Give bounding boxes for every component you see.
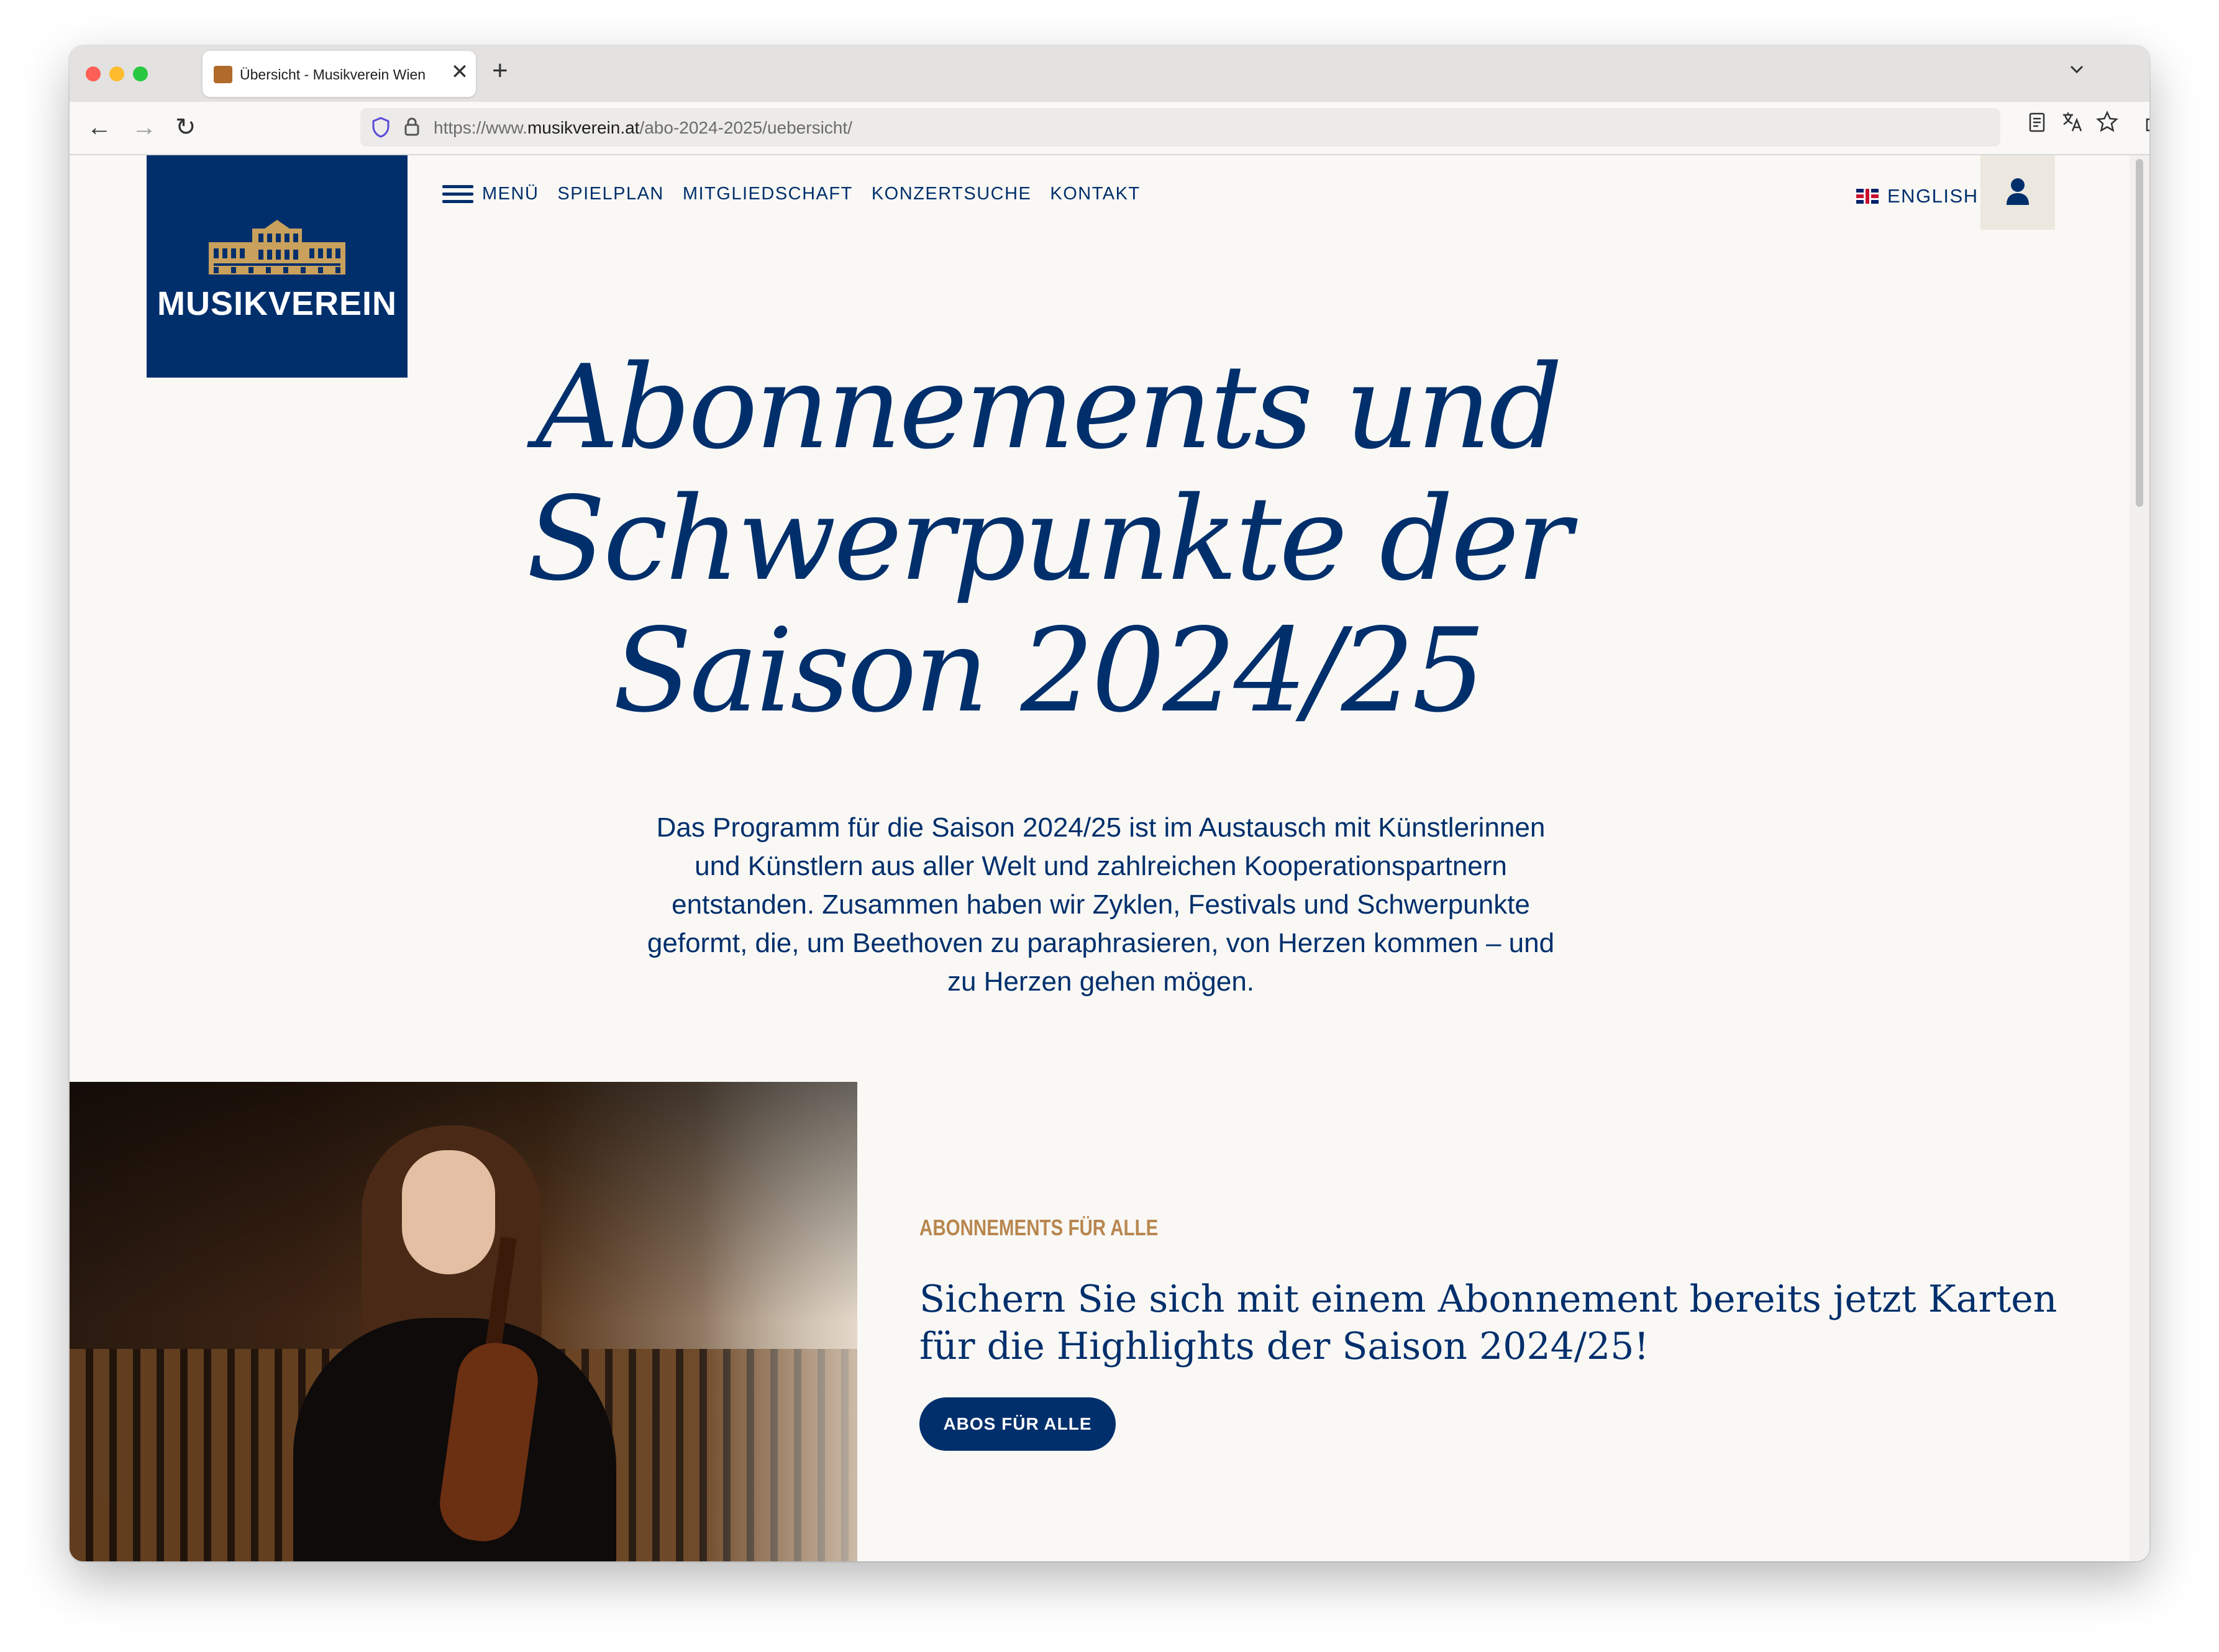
lock-icon[interactable] <box>404 117 420 142</box>
close-window-button[interactable] <box>86 66 101 81</box>
new-tab-button[interactable]: + <box>492 57 508 84</box>
logo-wordmark: MUSIKVEREIN <box>157 285 398 322</box>
bookmark-star-icon[interactable] <box>2095 110 2119 138</box>
violinist-photo <box>70 1082 857 1561</box>
close-tab-icon[interactable]: ✕ <box>449 60 471 84</box>
musikverein-favicon-icon <box>214 66 232 83</box>
translate-icon[interactable] <box>2061 111 2084 138</box>
back-button[interactable]: ← <box>87 112 112 143</box>
nav-spielplan[interactable]: SPIELPLAN <box>557 184 663 204</box>
browser-window: Übersicht - Musikverein Wien ✕ + ← → ↻ h… <box>70 46 2149 1561</box>
language-switch[interactable]: ENGLISH <box>1856 185 1979 207</box>
menu-toggle[interactable]: MENÜ <box>442 184 539 204</box>
language-label: ENGLISH <box>1887 185 1979 207</box>
user-icon <box>2007 178 2029 205</box>
building-icon <box>209 220 345 275</box>
page-content: MUSIKVEREIN MENÜ SPIELPLAN MITGLIEDSCHAF… <box>70 155 2130 1561</box>
abos-fuer-alle-button[interactable]: ABOS FÜR ALLE <box>919 1397 1116 1451</box>
hamburger-icon <box>442 185 473 204</box>
nav-konzertsuche[interactable]: KONZERTSUCHE <box>872 184 1032 204</box>
forward-button[interactable]: → <box>132 112 157 143</box>
uk-flag-icon <box>1856 189 1879 204</box>
url-text[interactable]: https://www.musikverein.at/abo-2024-2025… <box>434 118 852 138</box>
chevron-down-icon[interactable] <box>2066 58 2087 85</box>
reload-button[interactable]: ↻ <box>175 112 196 143</box>
tab-bar: Übersicht - Musikverein Wien ✕ + <box>70 46 2149 102</box>
page-scrollbar[interactable] <box>2130 155 2149 1561</box>
main-navigation: MENÜ SPIELPLAN MITGLIEDSCHAFT KONZERTSUC… <box>442 184 1141 204</box>
account-button[interactable] <box>1980 155 2055 230</box>
intro-paragraph: Das Programm für die Saison 2024/25 ist … <box>647 812 1555 997</box>
musikverein-logo[interactable]: MUSIKVEREIN <box>147 155 408 378</box>
address-bar[interactable]: https://www.musikverein.at/abo-2024-2025… <box>360 108 2000 147</box>
zoom-window-button[interactable] <box>133 66 148 81</box>
tracking-protection-shield-icon[interactable] <box>371 117 390 143</box>
extensions-icon[interactable] <box>2143 111 2149 138</box>
scrollbar-thumb[interactable] <box>2136 159 2143 507</box>
tab-title: Übersicht - Musikverein Wien <box>240 66 426 83</box>
nav-mitgliedschaft[interactable]: MITGLIEDSCHAFT <box>683 184 853 204</box>
browser-toolbar: ← → ↻ https://www.musikverein.at/abo-202… <box>70 102 2149 155</box>
minimize-window-button[interactable] <box>109 66 124 81</box>
teaser-headline: Sichern Sie sich mit einem Abonnement be… <box>919 1278 2057 1368</box>
teaser-eyebrow: ABONNEMENTS FÜR ALLE <box>919 1215 1159 1240</box>
nav-kontakt[interactable]: KONTAKT <box>1050 184 1140 204</box>
reader-view-icon[interactable] <box>2028 112 2046 138</box>
browser-tab-active[interactable]: Übersicht - Musikverein Wien ✕ <box>203 51 476 97</box>
page-title: Abonnements und Schwerpunkte der Saison … <box>526 340 1572 738</box>
